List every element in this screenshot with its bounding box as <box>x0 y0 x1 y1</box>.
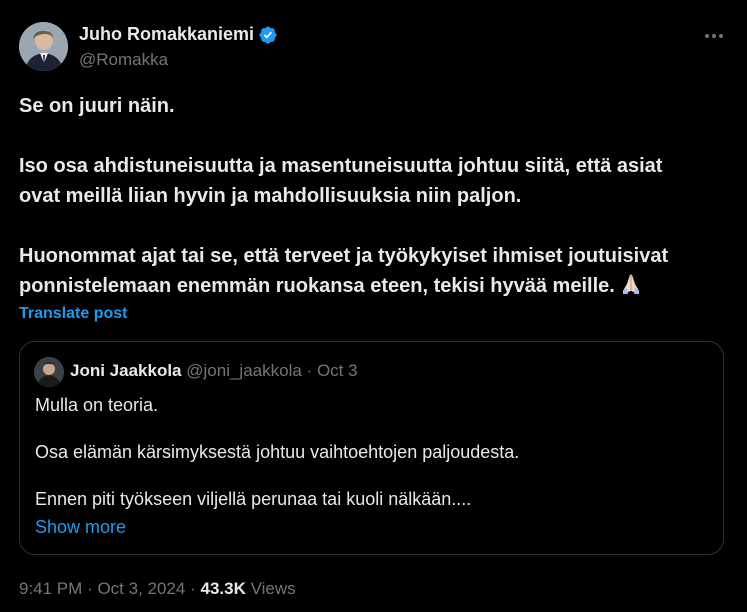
post-line: ovat meillä liian hyvin ja mahdollisuuks… <box>19 185 522 207</box>
separator-dot: · <box>306 361 313 380</box>
verified-badge-icon[interactable] <box>258 25 278 45</box>
post-line: ponnistelemaan enemmän ruokansa eteen, t… <box>19 275 615 297</box>
post-line: Iso osa ahdistuneisuutta ja masentuneisu… <box>19 155 663 177</box>
post-time[interactable]: 9:41 PM <box>19 579 82 598</box>
post-text: Se on juuri näin. Iso osa ahdistuneisuut… <box>19 91 729 301</box>
show-more-link[interactable]: Show more <box>35 517 126 538</box>
author-display-name[interactable]: Juho Romakkaniemi <box>79 24 254 45</box>
quoted-post-header: Joni Jaakkola @joni_jaakkola · Oct 3 <box>70 361 358 381</box>
quoted-line: Mulla on teoria. <box>35 395 159 415</box>
quoted-line: Ennen piti työkseen viljellä perunaa tai… <box>35 489 472 509</box>
post-container: Juho Romakkaniemi @Romakka Se on juuri n… <box>0 0 747 612</box>
folded-hands-emoji <box>619 271 643 295</box>
post-date[interactable]: Oct 3, 2024 <box>97 579 185 598</box>
post-line: Se on juuri näin. <box>19 95 175 117</box>
post-metadata: 9:41 PM · Oct 3, 2024 · 43.3K Views <box>19 579 296 599</box>
post-line-with-emoji: ponnistelemaan enemmän ruokansa eteen, t… <box>19 271 729 301</box>
translate-post-link[interactable]: Translate post <box>19 305 127 323</box>
quoted-post-text: Mulla on teoria. Osa elämän kärsimyksest… <box>35 393 715 512</box>
quoted-display-name[interactable]: Joni Jaakkola <box>70 361 182 380</box>
post-line: Huonommat ajat tai se, että terveet ja t… <box>19 245 669 267</box>
quoted-post[interactable]: Joni Jaakkola @joni_jaakkola · Oct 3 Mul… <box>19 341 724 555</box>
views-label: Views <box>250 579 296 598</box>
author-handle[interactable]: @Romakka <box>79 50 168 70</box>
quoted-author-avatar[interactable] <box>34 357 64 387</box>
more-options-button[interactable] <box>700 22 728 50</box>
views-count[interactable]: 43.3K <box>200 579 245 598</box>
separator-dot: · <box>87 579 93 598</box>
quoted-date[interactable]: Oct 3 <box>317 361 358 380</box>
separator-dot: · <box>190 579 196 598</box>
quoted-handle[interactable]: @joni_jaakkola <box>186 361 302 380</box>
more-options-icon <box>705 34 723 38</box>
quoted-line: Osa elämän kärsimyksestä johtuu vaihtoeh… <box>35 442 520 462</box>
author-name-row: Juho Romakkaniemi <box>79 24 278 45</box>
author-avatar[interactable] <box>19 22 68 71</box>
